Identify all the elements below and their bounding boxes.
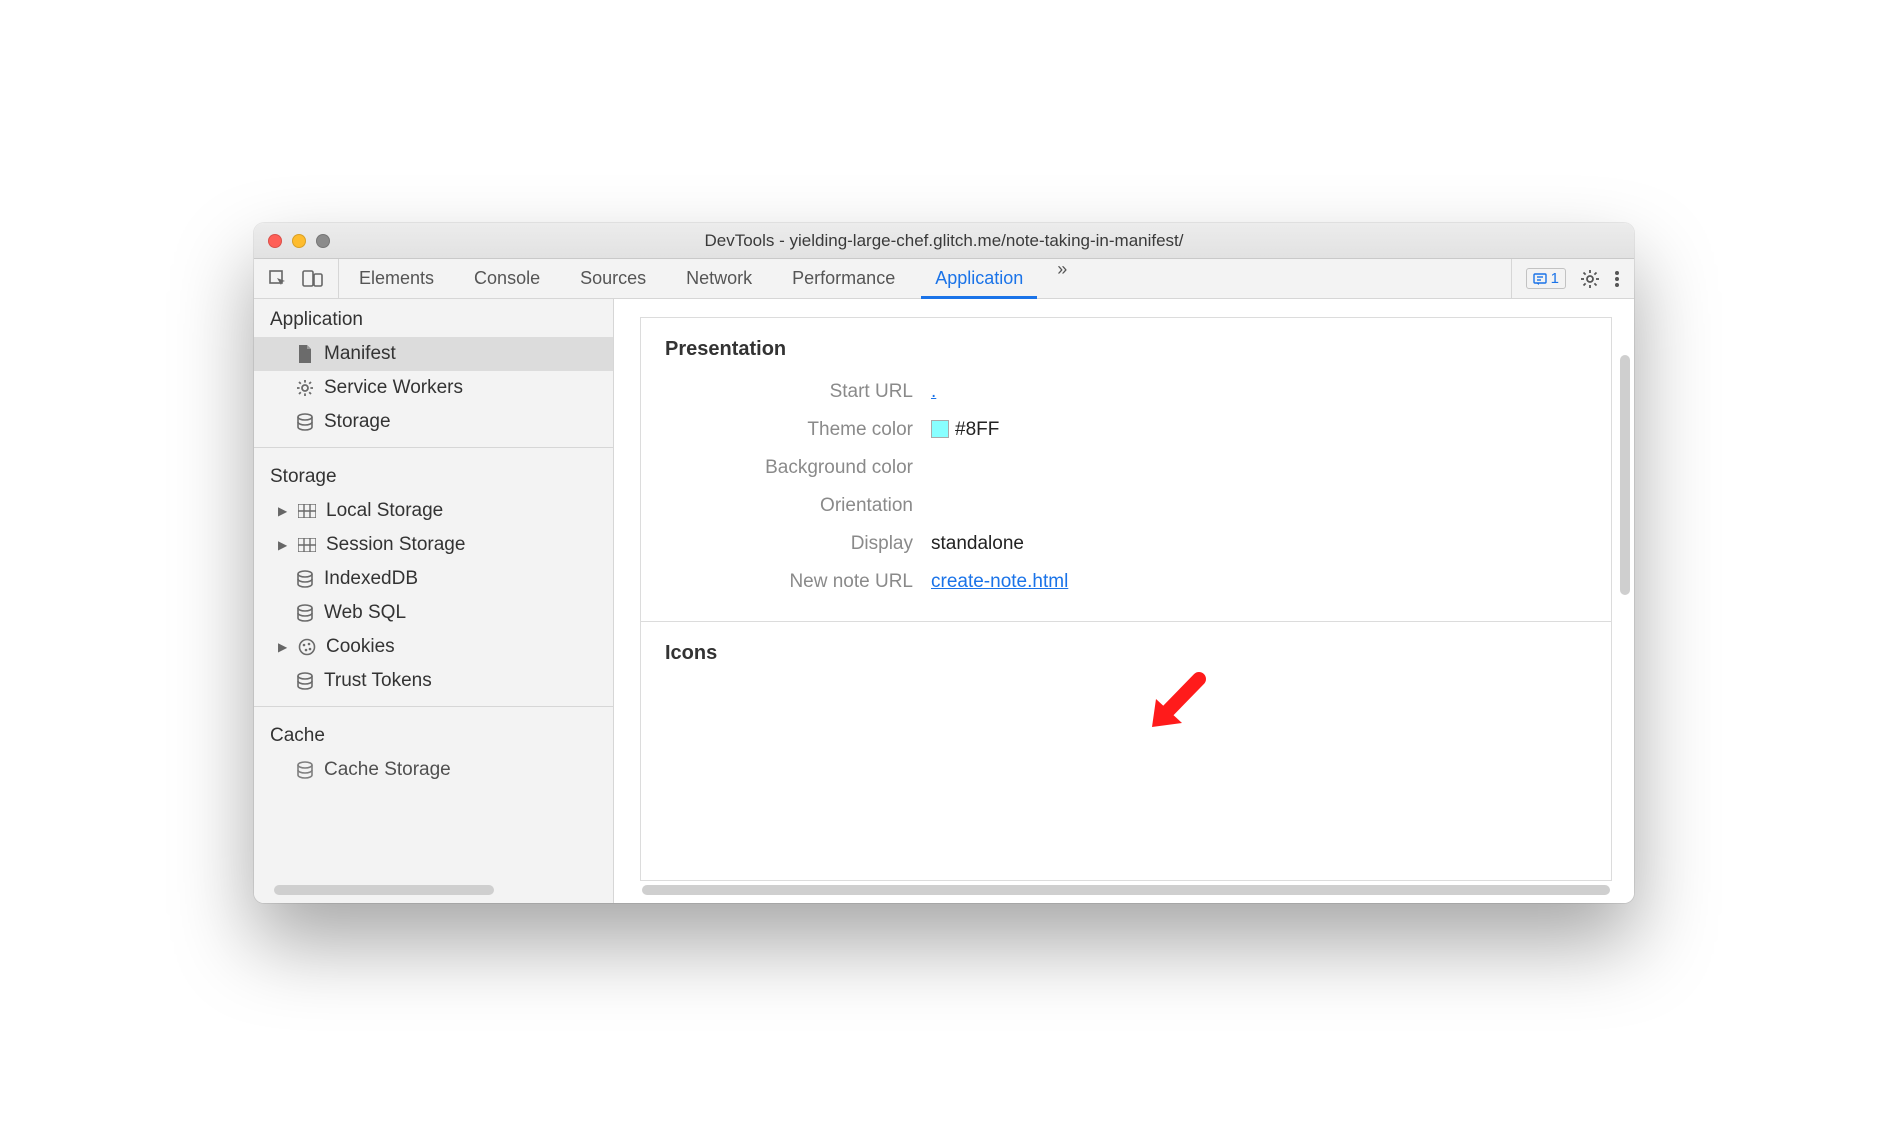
section-icons-title: Icons [641,622,1611,677]
row-label: Start URL [641,381,931,403]
start-url-link[interactable]: . [931,381,936,402]
row-display: Display standalone [641,525,1611,563]
storage-icon [294,672,316,690]
body-split: Application Manifest Service Workers Sto… [254,299,1634,903]
sidebar-item-label: Session Storage [326,532,465,558]
toggle-device-toolbar-icon[interactable] [302,269,324,289]
window: DevTools - yielding-large-chef.glitch.me… [254,223,1634,903]
cookie-icon [296,638,318,656]
sidebar-item-service-workers[interactable]: Service Workers [254,371,613,405]
sidebar-item-indexeddb[interactable]: IndexedDB [254,562,613,596]
sidebar-group-cache: Cache [254,715,613,753]
expander-icon[interactable]: ▶ [278,498,288,524]
inspect-element-icon[interactable] [268,269,288,289]
expander-icon[interactable]: ▶ [278,634,288,660]
section-presentation-title: Presentation [641,318,1611,373]
sidebar-item-label: Trust Tokens [324,668,432,694]
gear-icon [294,379,316,397]
row-label: Theme color [641,419,931,441]
tab-console[interactable]: Console [454,259,560,298]
more-tabs-button[interactable]: » [1043,259,1081,298]
row-label: New note URL [641,571,931,593]
tab-performance[interactable]: Performance [772,259,915,298]
devtools-toolbar: Elements Console Sources Network Perform… [254,259,1634,299]
sidebar-item-label: Local Storage [326,498,443,524]
content-horizontal-scrollbar[interactable] [642,885,1610,895]
sidebar-item-label: Web SQL [324,600,406,626]
sidebar-horizontal-scrollbar[interactable] [274,885,494,895]
storage-icon [294,413,316,431]
tab-application[interactable]: Application [915,259,1043,298]
manifest-panel: Presentation Start URL . Theme color #8F… [640,317,1612,881]
tab-network[interactable]: Network [666,259,772,298]
theme-color-value: #8FF [955,419,999,440]
row-start-url: Start URL . [641,373,1611,411]
sidebar-group-application: Application [254,299,613,337]
sidebar-item-label: Service Workers [324,375,463,401]
new-note-url-link[interactable]: create-note.html [931,571,1068,592]
sidebar-group-storage: Storage [254,456,613,494]
file-icon [294,344,316,364]
devtools-tabs: Elements Console Sources Network Perform… [339,259,1511,298]
console-issues-badge[interactable]: 1 [1526,268,1566,289]
row-label: Orientation [641,495,931,517]
row-theme-color: Theme color #8FF [641,411,1611,449]
tab-elements[interactable]: Elements [339,259,454,298]
sidebar-item-label: Cookies [326,634,395,660]
display-value: standalone [931,533,1024,555]
sidebar-item-label: Manifest [324,341,396,367]
theme-color-swatch [931,420,949,438]
row-new-note-url: New note URL create-note.html [641,563,1611,601]
sidebar-item-local-storage[interactable]: ▶ Local Storage [254,494,613,528]
sidebar-item-label: Storage [324,409,391,435]
sidebar-item-trust-tokens[interactable]: Trust Tokens [254,664,613,698]
grid-icon [296,504,318,518]
storage-icon [294,570,316,588]
sidebar-item-cache-storage[interactable]: Cache Storage [254,753,613,787]
sidebar-item-websql[interactable]: Web SQL [254,596,613,630]
content-area: Presentation Start URL . Theme color #8F… [614,299,1634,903]
content-vertical-scrollbar[interactable] [1620,355,1630,595]
application-sidebar: Application Manifest Service Workers Sto… [254,299,614,903]
window-title: DevTools - yielding-large-chef.glitch.me… [254,231,1634,251]
sidebar-item-storage[interactable]: Storage [254,405,613,439]
more-options-icon[interactable] [1614,269,1620,289]
storage-icon [294,604,316,622]
tab-sources[interactable]: Sources [560,259,666,298]
sidebar-divider [254,447,613,448]
storage-icon [294,761,316,779]
grid-icon [296,538,318,552]
row-label: Background color [641,457,931,479]
console-issues-count: 1 [1551,270,1559,287]
titlebar: DevTools - yielding-large-chef.glitch.me… [254,223,1634,259]
sidebar-item-label: IndexedDB [324,566,418,592]
sidebar-item-session-storage[interactable]: ▶ Session Storage [254,528,613,562]
sidebar-item-label: Cache Storage [324,757,451,783]
row-background-color: Background color [641,449,1611,487]
settings-gear-icon[interactable] [1580,269,1600,289]
row-label: Display [641,533,931,555]
sidebar-divider [254,706,613,707]
sidebar-item-cookies[interactable]: ▶ Cookies [254,630,613,664]
row-orientation: Orientation [641,487,1611,525]
sidebar-item-manifest[interactable]: Manifest [254,337,613,371]
expander-icon[interactable]: ▶ [278,532,288,558]
